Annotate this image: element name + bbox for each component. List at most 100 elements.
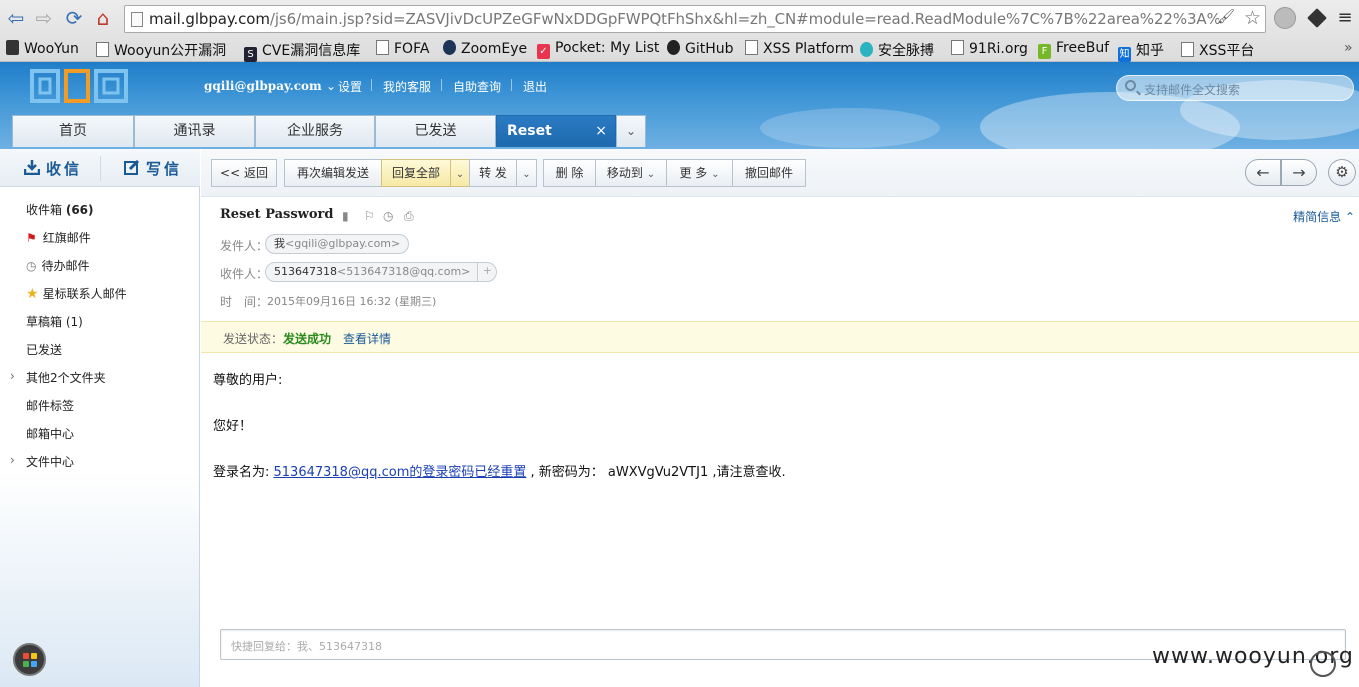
- tab-home[interactable]: 首页: [12, 115, 134, 147]
- close-icon[interactable]: ×: [595, 116, 607, 147]
- bookmark-icon[interactable]: ▮: [342, 209, 349, 223]
- tab-reset-password[interactable]: Reset Passw… ×: [496, 115, 616, 147]
- divider: [100, 156, 101, 181]
- back-arrow-icon[interactable]: ⇦: [4, 7, 28, 29]
- tab-enterprise-service[interactable]: 企业服务: [255, 115, 375, 147]
- gear-icon[interactable]: ⚙: [1328, 159, 1356, 186]
- forward-button[interactable]: 转 发: [469, 159, 517, 187]
- address-bar[interactable]: mail.glbpay.com/js6/main.jsp?sid=ZASVJiv…: [124, 5, 1266, 33]
- move-to-button[interactable]: 移动到 ⌄: [595, 159, 667, 187]
- to-label: 收件人：: [220, 267, 269, 281]
- forward-arrow-icon[interactable]: ⇨: [32, 7, 56, 29]
- bookmark-anquanmaibo[interactable]: 安全脉搏: [860, 40, 934, 60]
- body-hello: 您好！: [213, 419, 253, 434]
- extension-diamond-icon[interactable]: [1307, 8, 1327, 28]
- mail-search-input[interactable]: 支持邮件全文搜索: [1116, 75, 1354, 101]
- download-icon: [24, 160, 40, 175]
- bookmark-xss-platform[interactable]: XSS Platform: [745, 40, 854, 57]
- status-badge: 发送成功: [283, 332, 332, 346]
- star-icon: ★: [26, 286, 39, 302]
- settings-link[interactable]: 设置: [338, 78, 362, 95]
- reply-all-dropdown[interactable]: ⌄: [450, 159, 470, 187]
- pocket-icon: ✓: [537, 44, 550, 59]
- message-subject: Reset Password: [220, 207, 334, 222]
- chevron-right-icon[interactable]: ›: [10, 369, 15, 383]
- globe-icon[interactable]: [1274, 7, 1296, 29]
- tab-sent[interactable]: 已发送: [375, 115, 496, 147]
- bookmark-zoomeye[interactable]: ZoomEye: [443, 40, 527, 57]
- receive-button[interactable]: 收信: [24, 158, 82, 179]
- sidebar-item-other-folders[interactable]: 其他2个文件夹: [26, 369, 106, 386]
- glbpay-logo: [30, 69, 128, 103]
- status-label: 发送状态：: [223, 332, 284, 346]
- bookmark-fofa[interactable]: FOFA: [376, 40, 429, 57]
- zhihu-icon: 知: [1118, 47, 1131, 62]
- app-launcher-icon[interactable]: [13, 643, 46, 676]
- sidebar-item-file-center[interactable]: 文件中心: [26, 453, 74, 470]
- divider: [511, 79, 512, 91]
- bookmark-cve[interactable]: S CVE漏洞信息库: [244, 40, 360, 62]
- clock-icon[interactable]: ◷: [383, 209, 393, 223]
- customer-service-link[interactable]: 我的客服: [383, 78, 431, 95]
- sidebar-item-starred-contacts[interactable]: ★ 星标联系人邮件: [26, 285, 127, 302]
- chevron-right-icon[interactable]: ›: [10, 453, 15, 467]
- bookmark-star-icon[interactable]: ☆: [1244, 7, 1261, 29]
- sidebar-item-todo[interactable]: ◷ 待办邮件: [26, 257, 90, 274]
- extension-icon[interactable]: 🖌: [1217, 9, 1235, 25]
- mail-header: gqili@glbpay.com ⌄ 设置 我的客服 自助查询 退出 支持邮件全…: [0, 62, 1359, 149]
- reply-all-button[interactable]: 回复全部: [381, 159, 451, 187]
- reload-icon[interactable]: ⟳: [62, 7, 86, 29]
- quick-reply-placeholder: 快捷回复给：我、513647318: [231, 640, 382, 653]
- delete-button[interactable]: 删 除: [543, 159, 596, 187]
- recipient-chip[interactable]: 513647318<513647318@qq.com> +: [265, 262, 498, 282]
- bookmark-zhihu[interactable]: 知知乎: [1118, 40, 1164, 62]
- message-header: Reset Password ▮ ⚐ ◷ ⎙ 精简信息 ⌃ 发件人： 我<gqi…: [201, 197, 1359, 321]
- bookmark-91ri[interactable]: 91Ri.org: [951, 40, 1028, 57]
- tab-contacts[interactable]: 通讯录: [134, 115, 255, 147]
- chevron-down-icon: ⌄: [711, 169, 720, 180]
- sidebar-item-inbox[interactable]: 收件箱 (66): [26, 201, 94, 218]
- self-service-link[interactable]: 自助查询: [453, 78, 501, 95]
- home-icon[interactable]: ⌂: [91, 7, 115, 29]
- recall-button[interactable]: 撤回邮件: [732, 159, 806, 187]
- print-icon[interactable]: ⎙: [404, 209, 414, 224]
- next-message-arrow-icon[interactable]: →: [1281, 159, 1317, 186]
- bookmark-wooyun-public[interactable]: Wooyun公开漏洞: [96, 40, 232, 60]
- previous-message-arrow-icon[interactable]: ←: [1245, 159, 1281, 186]
- login-email-link[interactable]: 513647318@qq.com的登录密码已经重置: [274, 465, 527, 480]
- sidebar-item-flagged[interactable]: ⚑ 红旗邮件: [26, 229, 91, 246]
- bookmark-github[interactable]: GitHub: [667, 40, 734, 57]
- user-account-menu[interactable]: gqili@glbpay.com ⌄: [204, 79, 336, 93]
- page-icon: [745, 40, 758, 55]
- bookmark-freebuf[interactable]: F FreeBuf: [1038, 40, 1109, 59]
- reedit-send-button[interactable]: 再次编辑发送: [284, 159, 382, 187]
- sidebar-item-mail-tags[interactable]: 邮件标签: [26, 397, 74, 414]
- menu-icon[interactable]: ≡: [1334, 7, 1356, 29]
- toggle-details-link[interactable]: 精简信息 ⌃: [1293, 208, 1355, 225]
- sidebar-item-drafts[interactable]: 草稿箱 (1): [26, 313, 83, 330]
- sender-chip[interactable]: 我<gqili@glbpay.com>: [265, 234, 410, 254]
- sidebar-item-sent[interactable]: 已发送: [26, 341, 62, 358]
- bookmark-pocket[interactable]: ✓ Pocket: My List: [537, 40, 659, 59]
- page-icon: [1181, 42, 1194, 57]
- browser-chrome: ⇦ ⇨ ⟳ ⌂ mail.glbpay.com/js6/main.jsp?sid…: [0, 0, 1359, 62]
- more-button[interactable]: 更 多 ⌄: [666, 159, 733, 187]
- bookmark-xss-pingtai[interactable]: XSS平台: [1181, 40, 1254, 60]
- view-details-link[interactable]: 查看详情: [343, 330, 391, 347]
- time-label: 时 间：: [220, 295, 269, 309]
- message-body: 尊敬的用户: 您好！ 登录名为: 513647318@qq.com的登录密码已经…: [201, 353, 1359, 623]
- tab-overflow-chevron-icon[interactable]: ⌄: [616, 115, 646, 147]
- sidebar-item-mailbox-center[interactable]: 邮箱中心: [26, 425, 74, 442]
- forward-dropdown[interactable]: ⌄: [516, 159, 537, 187]
- message-toolbar: << 返回 再次编辑发送 回复全部 ⌄ 转 发 ⌄ 删 除 移动到 ⌄ 更 多 …: [201, 149, 1359, 197]
- bookmark-wooyun[interactable]: WooYun: [6, 40, 79, 57]
- back-button[interactable]: << 返回: [211, 159, 277, 187]
- logout-link[interactable]: 退出: [523, 78, 547, 95]
- add-contact-icon[interactable]: +: [477, 262, 496, 282]
- bookmarks-more[interactable]: »: [1344, 40, 1353, 56]
- edit-icon: [124, 160, 140, 175]
- flag-icon[interactable]: ⚐: [364, 209, 375, 223]
- from-label: 发件人：: [220, 239, 269, 253]
- cloud-decoration: [760, 108, 940, 148]
- compose-button[interactable]: 写信: [124, 158, 182, 179]
